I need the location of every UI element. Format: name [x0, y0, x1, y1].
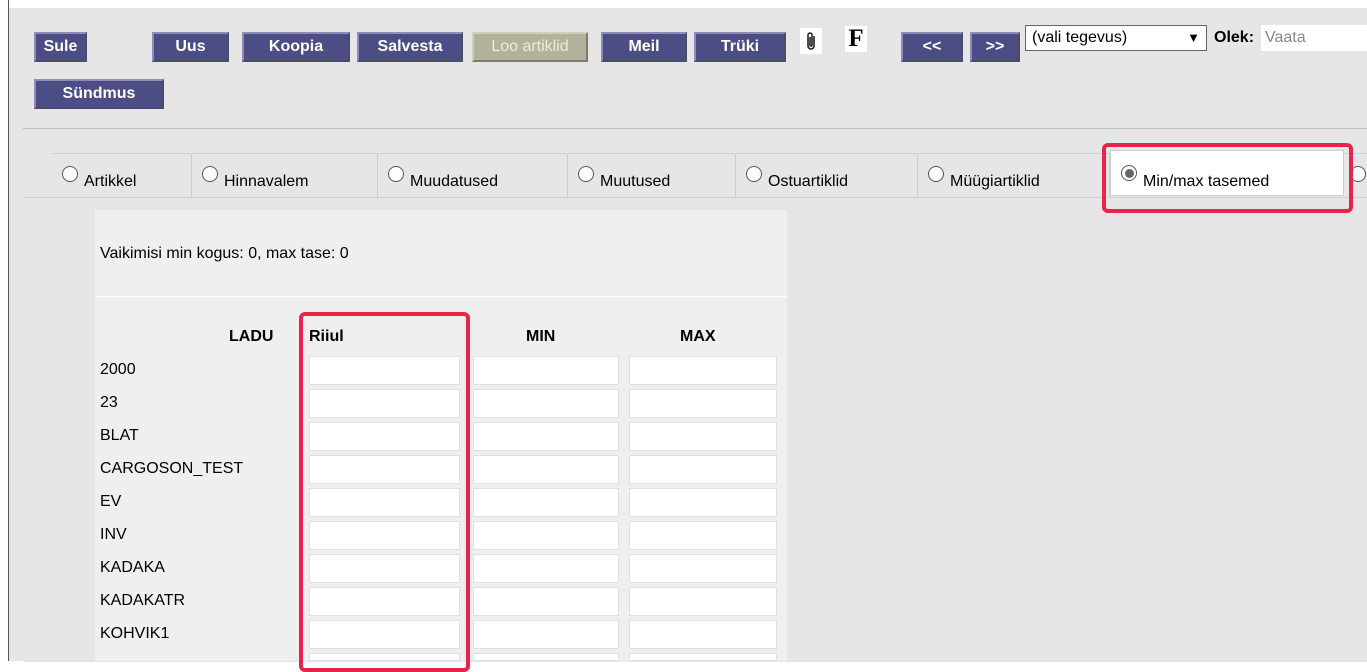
- tab-artikkel[interactable]: Artikkel: [52, 154, 192, 198]
- max-input[interactable]: [629, 620, 777, 649]
- radio-icon: [62, 166, 78, 182]
- max-input[interactable]: [629, 554, 777, 583]
- max-input[interactable]: [629, 587, 777, 616]
- min-input[interactable]: [473, 521, 619, 550]
- row-ladu-label: KADAKATR: [100, 592, 186, 609]
- row-ladu-label: CARGOSON_TEST: [100, 460, 244, 477]
- row-ladu-label: EV: [100, 493, 122, 510]
- left-border: [8, 0, 9, 661]
- salvesta-button[interactable]: Salvesta: [357, 32, 463, 62]
- row-ladu-label: KADAKA: [100, 559, 165, 576]
- row-ladu-label: 2000: [100, 361, 136, 378]
- olek-value: Vaata: [1261, 25, 1367, 51]
- syndmus-button[interactable]: Sündmus: [34, 79, 164, 109]
- sule-button[interactable]: Sule: [34, 32, 87, 62]
- max-input[interactable]: [629, 356, 777, 385]
- row-ladu-label: BLAT: [100, 427, 139, 444]
- row-ladu-label: KOHVIK1: [100, 625, 170, 642]
- chevron-down-icon: ▼: [1187, 30, 1200, 45]
- tab-label: Müügiartiklid: [950, 173, 1040, 190]
- tab-muugiartiklid[interactable]: Müügiartiklid: [918, 154, 1110, 198]
- tab-label: Ostuartiklid: [768, 173, 849, 190]
- min-input[interactable]: [473, 356, 619, 385]
- radio-icon: [388, 166, 404, 182]
- header-ladu: LADU: [229, 328, 274, 345]
- truki-button[interactable]: Trüki: [694, 32, 786, 62]
- tab-hinnavalem[interactable]: Hinnavalem: [192, 154, 378, 198]
- highlight-tab: [1102, 143, 1353, 213]
- radio-icon: [578, 166, 594, 182]
- tab-label: Muudatused: [410, 173, 499, 190]
- next-button[interactable]: >>: [970, 32, 1020, 62]
- min-input[interactable]: [473, 587, 619, 616]
- row-ladu-label: INV: [100, 526, 127, 543]
- paperclip-icon[interactable]: [800, 28, 822, 54]
- max-input[interactable]: [629, 389, 777, 418]
- uus-button[interactable]: Uus: [152, 32, 229, 62]
- radio-icon: [928, 166, 944, 182]
- header-max: MAX: [680, 328, 716, 345]
- max-input[interactable]: [629, 488, 777, 517]
- loo-artiklid-button[interactable]: Loo artiklid: [472, 32, 588, 62]
- min-input[interactable]: [473, 620, 619, 649]
- max-input[interactable]: [629, 455, 777, 484]
- max-input[interactable]: [629, 653, 777, 661]
- min-input[interactable]: [473, 389, 619, 418]
- default-levels-text: Vaikimisi min kogus: 0, max tase: 0: [100, 245, 349, 262]
- max-input[interactable]: [629, 422, 777, 451]
- min-input[interactable]: [473, 488, 619, 517]
- row-ladu-label: 23: [100, 394, 118, 411]
- min-input[interactable]: [473, 422, 619, 451]
- tab-label: Artikkel: [84, 173, 137, 190]
- top-strip: [0, 0, 1367, 8]
- header-min: MIN: [526, 328, 556, 345]
- table-divider: [95, 296, 787, 297]
- action-select-value: (vali tegevus): [1032, 29, 1128, 46]
- meil-button[interactable]: Meil: [601, 32, 687, 62]
- min-input[interactable]: [473, 554, 619, 583]
- highlight-riiul-column: [299, 312, 470, 672]
- radio-icon: [746, 166, 762, 182]
- previous-button[interactable]: <<: [901, 32, 963, 62]
- tab-label: Muutused: [600, 173, 671, 190]
- radio-icon: [202, 166, 218, 182]
- koopia-button[interactable]: Koopia: [242, 32, 350, 62]
- tab-muudatused[interactable]: Muudatused: [378, 154, 568, 198]
- action-select[interactable]: (vali tegevus) ▼: [1025, 25, 1207, 51]
- max-input[interactable]: [629, 521, 777, 550]
- divider: [23, 128, 1367, 129]
- min-input[interactable]: [473, 653, 619, 661]
- olek-label: Olek:: [1214, 29, 1255, 46]
- tab-ostuartiklid[interactable]: Ostuartiklid: [736, 154, 918, 198]
- tab-label: Hinnavalem: [224, 173, 309, 190]
- tab-muutused[interactable]: Muutused: [568, 154, 736, 198]
- f-icon[interactable]: F: [845, 26, 867, 52]
- min-input[interactable]: [473, 455, 619, 484]
